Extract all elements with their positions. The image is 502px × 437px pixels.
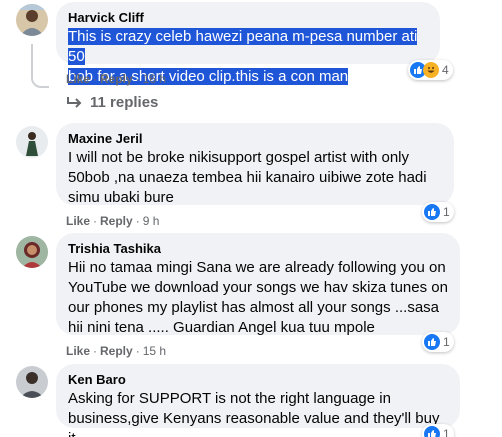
comment-text-line: business,give Kenyans reasonable value a… <box>68 410 440 437</box>
replies-label: 11 replies <box>90 94 159 111</box>
comment-text: I will not be broke nikisupport gospel a… <box>68 148 442 208</box>
comment-bubble: Maxine Jeril I will not be broke nikisup… <box>56 123 454 208</box>
reply-arrow-icon <box>67 96 82 108</box>
haha-icon <box>423 62 439 78</box>
reaction-summary[interactable]: 4 <box>408 60 453 80</box>
like-icon <box>424 426 440 437</box>
separator: · <box>135 214 140 228</box>
avatar-harvick-cliff[interactable] <box>16 4 48 36</box>
comment-bubble: Harvick Cliff This is crazy celeb hawezi… <box>56 2 440 85</box>
comment-bubble: Ken Baro Asking for SUPPORT is not the r… <box>56 364 460 437</box>
avatar-maxine-jeril[interactable] <box>16 126 48 158</box>
comment-actions: Like · Reply · 15 h <box>66 343 166 359</box>
comment-text-line: This is crazy celeb hawezi peana m-pesa … <box>68 28 418 65</box>
reply-button[interactable]: Reply <box>100 344 133 358</box>
comment-actions: Like · Reply · 16 h <box>66 71 166 87</box>
avatar-ken-baro[interactable] <box>16 366 48 398</box>
reaction-count: 1 <box>443 205 450 219</box>
comment-text-line: I will not be broke nikisupport gospel a… <box>68 149 410 166</box>
thread-line <box>31 44 49 88</box>
separator: · <box>93 214 98 228</box>
comment-text-line: Hii no tamaa mingi Sana we are already f… <box>68 259 446 276</box>
avatar-trishia-tashika[interactable] <box>16 236 48 268</box>
reply-button[interactable]: Reply <box>100 214 133 228</box>
comment-author[interactable]: Harvick Cliff <box>68 10 428 26</box>
reaction-summary[interactable]: 1 <box>422 202 454 222</box>
view-replies-link[interactable]: 11 replies <box>66 94 158 111</box>
reaction-summary[interactable]: 1 <box>422 424 454 437</box>
comment-text-line: YouTube we download your songs we hav sk… <box>68 279 448 296</box>
reaction-count: 4 <box>442 63 449 77</box>
comment-bubble: Trishia Tashika Hii no tamaa mingi Sana … <box>56 233 460 338</box>
comment-text-line: 50bob ,na unaeza tembea hii kanairo uibi… <box>68 169 427 186</box>
comment-text: Asking for SUPPORT is not the right lang… <box>68 389 448 437</box>
comment-author[interactable]: Maxine Jeril <box>68 131 442 147</box>
comment-author[interactable]: Ken Baro <box>68 372 448 388</box>
separator: · <box>135 72 140 86</box>
comment-text-line: our phones my playlist has almost all yo… <box>68 299 440 316</box>
comment-text: Hii no tamaa mingi Sana we are already f… <box>68 258 448 338</box>
separator: · <box>135 344 140 358</box>
like-button[interactable]: Like <box>66 214 90 228</box>
like-button[interactable]: Like <box>66 72 90 86</box>
comment-author[interactable]: Trishia Tashika <box>68 241 448 257</box>
comment-text-line: Asking for SUPPORT is not the right lang… <box>68 390 391 407</box>
timestamp[interactable]: 15 h <box>143 344 166 358</box>
separator: · <box>93 72 98 86</box>
comment-actions: Like · Reply · 9 h <box>66 213 159 229</box>
like-icon <box>424 334 440 350</box>
reaction-count: 1 <box>443 427 450 437</box>
reaction-summary[interactable]: 1 <box>422 332 454 352</box>
comment-text-line: simu ubaki bure <box>68 189 174 206</box>
comment-text-line: hii nini tena ..... Guardian Angel kua t… <box>68 319 375 336</box>
timestamp[interactable]: 16 h <box>143 72 166 86</box>
reply-button[interactable]: Reply <box>100 72 133 86</box>
timestamp[interactable]: 9 h <box>143 214 160 228</box>
reaction-count: 1 <box>443 335 450 349</box>
like-button[interactable]: Like <box>66 344 90 358</box>
like-icon <box>424 204 440 220</box>
separator: · <box>93 344 98 358</box>
